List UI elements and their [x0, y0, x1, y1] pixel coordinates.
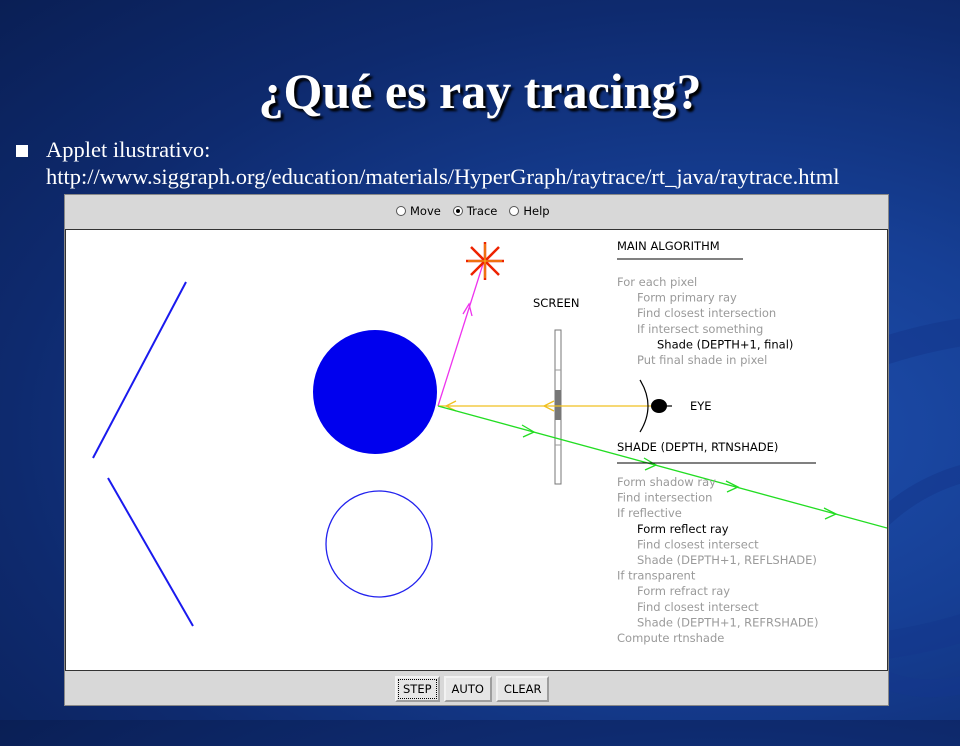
- shade-algorithm-line: Find closest intersect: [637, 537, 759, 551]
- main-algorithm-line: For each pixel: [617, 275, 697, 289]
- slide-title: ¿Qué es ray tracing?: [258, 63, 702, 119]
- main-algorithm-line: Shade (DEPTH+1, final): [657, 337, 793, 351]
- auto-button[interactable]: AUTO: [443, 676, 492, 702]
- screen-label: SCREEN: [533, 296, 579, 310]
- shade-algorithm-line: Find closest intersect: [637, 600, 759, 614]
- bullet-label: Applet ilustrativo:: [46, 137, 211, 162]
- mode-move-label: Move: [410, 204, 441, 218]
- radio-selected-icon: [452, 206, 463, 216]
- shade-algorithm-line: Shade (DEPTH+1, REFLSHADE): [637, 553, 817, 567]
- step-button[interactable]: STEP: [395, 676, 440, 702]
- mirror-plane-lower: [107, 477, 194, 627]
- shade-algorithm-line: If reflective: [617, 506, 682, 520]
- applet-url-link[interactable]: http://www.siggraph.org/education/materi…: [46, 163, 946, 190]
- shade-algorithm-line: Form shadow ray: [617, 475, 716, 489]
- bullet-text: Applet ilustrativo: http://www.siggraph.…: [46, 136, 946, 190]
- shade-algorithm-line: Find intersection: [617, 491, 712, 505]
- shade-algorithm-line: Compute rtnshade: [617, 631, 724, 645]
- shade-algorithm-line: Shade (DEPTH+1, REFRSHADE): [637, 615, 818, 629]
- scene-drawing: SCREEN EYE MAIN ALGORITHM For each pixel…: [92, 239, 887, 645]
- shade-algorithm-line: Form reflect ray: [637, 522, 729, 536]
- shade-algorithm-line: Form refract ray: [637, 584, 730, 598]
- radio-icon: [509, 206, 520, 216]
- main-algorithm-heading: MAIN ALGORITHM: [617, 239, 720, 253]
- main-algorithm-line: Put final shade in pixel: [637, 353, 767, 367]
- mode-move-radio[interactable]: Move: [396, 204, 441, 218]
- radio-icon: [396, 206, 406, 216]
- shade-algorithm-line: If transparent: [617, 569, 696, 583]
- main-algorithm-line: If intersect something: [637, 322, 763, 336]
- main-algorithm-line: Find closest intersection: [637, 306, 776, 320]
- shadow-ray: [437, 263, 484, 407]
- control-bar: STEP AUTO CLEAR: [65, 671, 888, 705]
- shade-algorithm-heading: SHADE (DEPTH, RTNSHADE): [617, 440, 778, 454]
- eye-label: EYE: [690, 399, 712, 413]
- reflective-sphere: [313, 330, 437, 454]
- mode-selector: Move Trace Help: [65, 195, 888, 229]
- raytrace-applet: Move Trace Help SCREEN EYE MAIN ALGORITH…: [64, 194, 889, 706]
- mode-trace-label: Trace: [466, 204, 498, 218]
- mirror-plane-upper: [92, 281, 187, 459]
- main-algorithm-line: Form primary ray: [637, 291, 737, 305]
- mode-help-label: Help: [523, 204, 550, 218]
- screen-pixel: [555, 390, 561, 420]
- scene-canvas[interactable]: SCREEN EYE MAIN ALGORITHM For each pixel…: [65, 229, 888, 671]
- square-bullet-icon: [16, 145, 28, 157]
- ray-arrow-icon: [823, 507, 838, 520]
- mode-trace-radio[interactable]: Trace: [452, 204, 498, 218]
- clear-button[interactable]: CLEAR: [495, 676, 550, 702]
- transparent-sphere: [325, 490, 433, 598]
- mode-help-radio[interactable]: Help: [509, 204, 550, 218]
